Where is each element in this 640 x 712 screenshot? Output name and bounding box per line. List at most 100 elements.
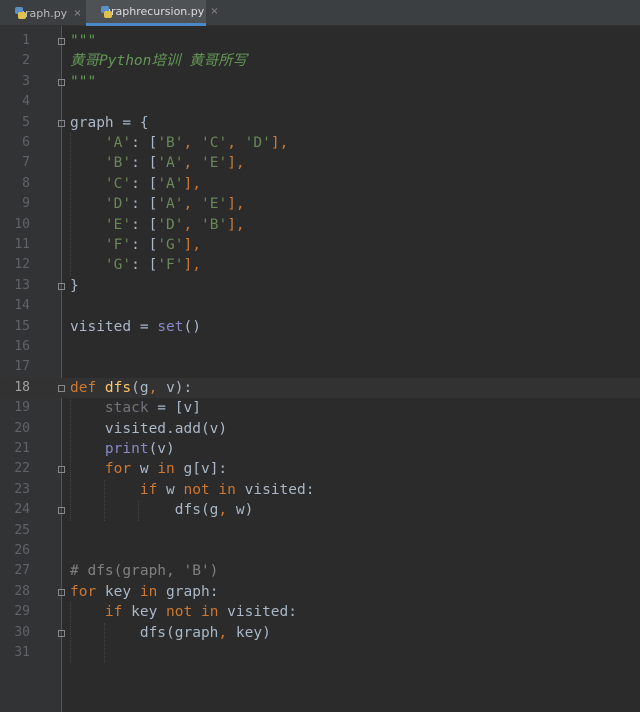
- fold-marker-icon[interactable]: [58, 466, 65, 474]
- tab-graphrecursion-py[interactable]: graphrecursion.py ×: [86, 0, 219, 26]
- code-line[interactable]: 31: [0, 643, 640, 663]
- code-token: visited:: [244, 481, 315, 498]
- fold-marker-icon[interactable]: [58, 507, 65, 515]
- code-token: set: [157, 318, 184, 335]
- fold-marker-icon[interactable]: [58, 282, 65, 290]
- code-token: 'G': [104, 257, 132, 274]
- code-line[interactable]: 14: [0, 296, 640, 316]
- code-token: dfs(g: [70, 502, 219, 519]
- line-number: 12: [14, 257, 30, 273]
- code-text: if w not in visited:: [70, 480, 315, 500]
- code-token: not in: [183, 481, 245, 498]
- code-token: visited =: [70, 318, 158, 335]
- fold-marker-icon[interactable]: [58, 588, 65, 596]
- code-line[interactable]: 29 if key not in visited:: [0, 602, 640, 622]
- code-token: 'E': [104, 216, 132, 233]
- code-text: 'G': ['F'],: [70, 255, 201, 275]
- code-line[interactable]: 3 """: [0, 72, 640, 92]
- code-token: 'D': [244, 135, 271, 151]
- code-token: graph:: [166, 583, 219, 600]
- close-tab-icon[interactable]: ×: [210, 6, 218, 17]
- code-token: (g: [131, 379, 149, 396]
- code-line[interactable]: 23 if w not in visited:: [0, 480, 640, 500]
- code-token: }: [70, 277, 79, 294]
- fold-marker-icon[interactable]: [58, 629, 65, 637]
- code-token: 'B': [157, 135, 184, 151]
- code-line[interactable]: 27 # dfs(graph, 'B'): [0, 561, 640, 581]
- code-text: """: [70, 31, 96, 51]
- code-token: 'B': [201, 216, 228, 233]
- indent-guide: [138, 500, 139, 521]
- fold-marker-icon[interactable]: [58, 119, 65, 127]
- line-number: 23: [14, 481, 30, 497]
- tab-graph-py[interactable]: graph.py ×: [0, 0, 86, 26]
- code-token: for: [104, 461, 140, 478]
- code-token: dfs: [104, 379, 132, 396]
- line-number: 20: [14, 420, 30, 436]
- code-token: ,: [183, 135, 201, 151]
- code-line[interactable]: 25: [0, 521, 640, 541]
- code-line[interactable]: 17: [0, 357, 640, 377]
- code-token: if: [104, 604, 132, 621]
- code-token: visited:: [227, 604, 297, 621]
- code-line[interactable]: 28 for key in graph:: [0, 582, 640, 602]
- code-line[interactable]: 20 visited.add(v): [0, 419, 640, 439]
- line-number: 26: [14, 543, 30, 558]
- code-token: : [: [131, 155, 158, 172]
- indent-guide: [70, 398, 71, 521]
- code-line[interactable]: 13}: [0, 276, 640, 296]
- code-text: graph = {: [70, 113, 149, 133]
- code-line[interactable]: 9 'D': ['A', 'E'],: [0, 194, 640, 214]
- code-line[interactable]: 6 'A': ['B', 'C', 'D'],: [0, 133, 640, 153]
- line-number: 24: [14, 502, 30, 518]
- code-token: dfs(graph: [70, 624, 219, 641]
- code-text: for key in graph:: [70, 582, 218, 602]
- code-line[interactable]: 7 'B': ['A', 'E'],: [0, 153, 640, 173]
- code-text: def dfs(g, v):: [70, 378, 192, 398]
- code-token: w: [139, 461, 158, 478]
- code-line[interactable]: 11 'F': ['G'],: [0, 235, 640, 255]
- fold-marker-icon[interactable]: [58, 78, 65, 86]
- line-number: 15: [14, 318, 30, 334]
- code-token: ,: [227, 135, 245, 151]
- line-number: 14: [14, 298, 30, 314]
- code-line[interactable]: 22 for w in g[v]:: [0, 459, 640, 479]
- code-line[interactable]: 2 黄哥Python培训 黄哥所写: [0, 51, 640, 71]
- code-line[interactable]: 26: [0, 541, 640, 561]
- code-line[interactable]: 21 print(v): [0, 439, 640, 459]
- code-line[interactable]: 19 stack = [v]: [0, 398, 640, 418]
- code-line[interactable]: 10 'E': ['D', 'B'],: [0, 215, 640, 235]
- line-number: 3: [22, 73, 30, 89]
- code-line[interactable]: 30 dfs(graph, key): [0, 623, 640, 643]
- code-line[interactable]: 16: [0, 337, 640, 357]
- code-token: 'B': [104, 155, 132, 172]
- code-line[interactable]: 4: [0, 92, 640, 112]
- fold-marker-icon[interactable]: [58, 384, 65, 392]
- line-number: 22: [14, 461, 30, 477]
- code-line[interactable]: 24 dfs(g, w): [0, 500, 640, 520]
- code-token: 'E': [201, 155, 228, 172]
- line-number: 16: [14, 339, 30, 354]
- line-number: 28: [14, 583, 30, 599]
- code-line[interactable]: 1 """: [0, 31, 640, 51]
- code-token: visited.add(v): [70, 420, 228, 437]
- code-line[interactable]: 12 'G': ['F'],: [0, 255, 640, 275]
- code-text: 'F': ['G'],: [70, 235, 201, 255]
- close-tab-icon[interactable]: ×: [73, 8, 81, 19]
- line-number: 31: [14, 645, 30, 660]
- current-line[interactable]: 18 def dfs(g, v):: [0, 377, 640, 398]
- code-text: 'D': ['A', 'E'],: [70, 194, 245, 214]
- code-token: : [: [131, 175, 158, 192]
- code-token: print: [104, 441, 149, 457]
- code-line[interactable]: 15 visited = set(): [0, 317, 640, 337]
- code-token: ],: [183, 257, 201, 274]
- fold-marker-icon[interactable]: [58, 38, 65, 45]
- code-token: 'D': [157, 216, 184, 233]
- code-line[interactable]: 5 graph = {: [0, 113, 640, 133]
- code-line[interactable]: 8 'C': ['A'],: [0, 174, 640, 194]
